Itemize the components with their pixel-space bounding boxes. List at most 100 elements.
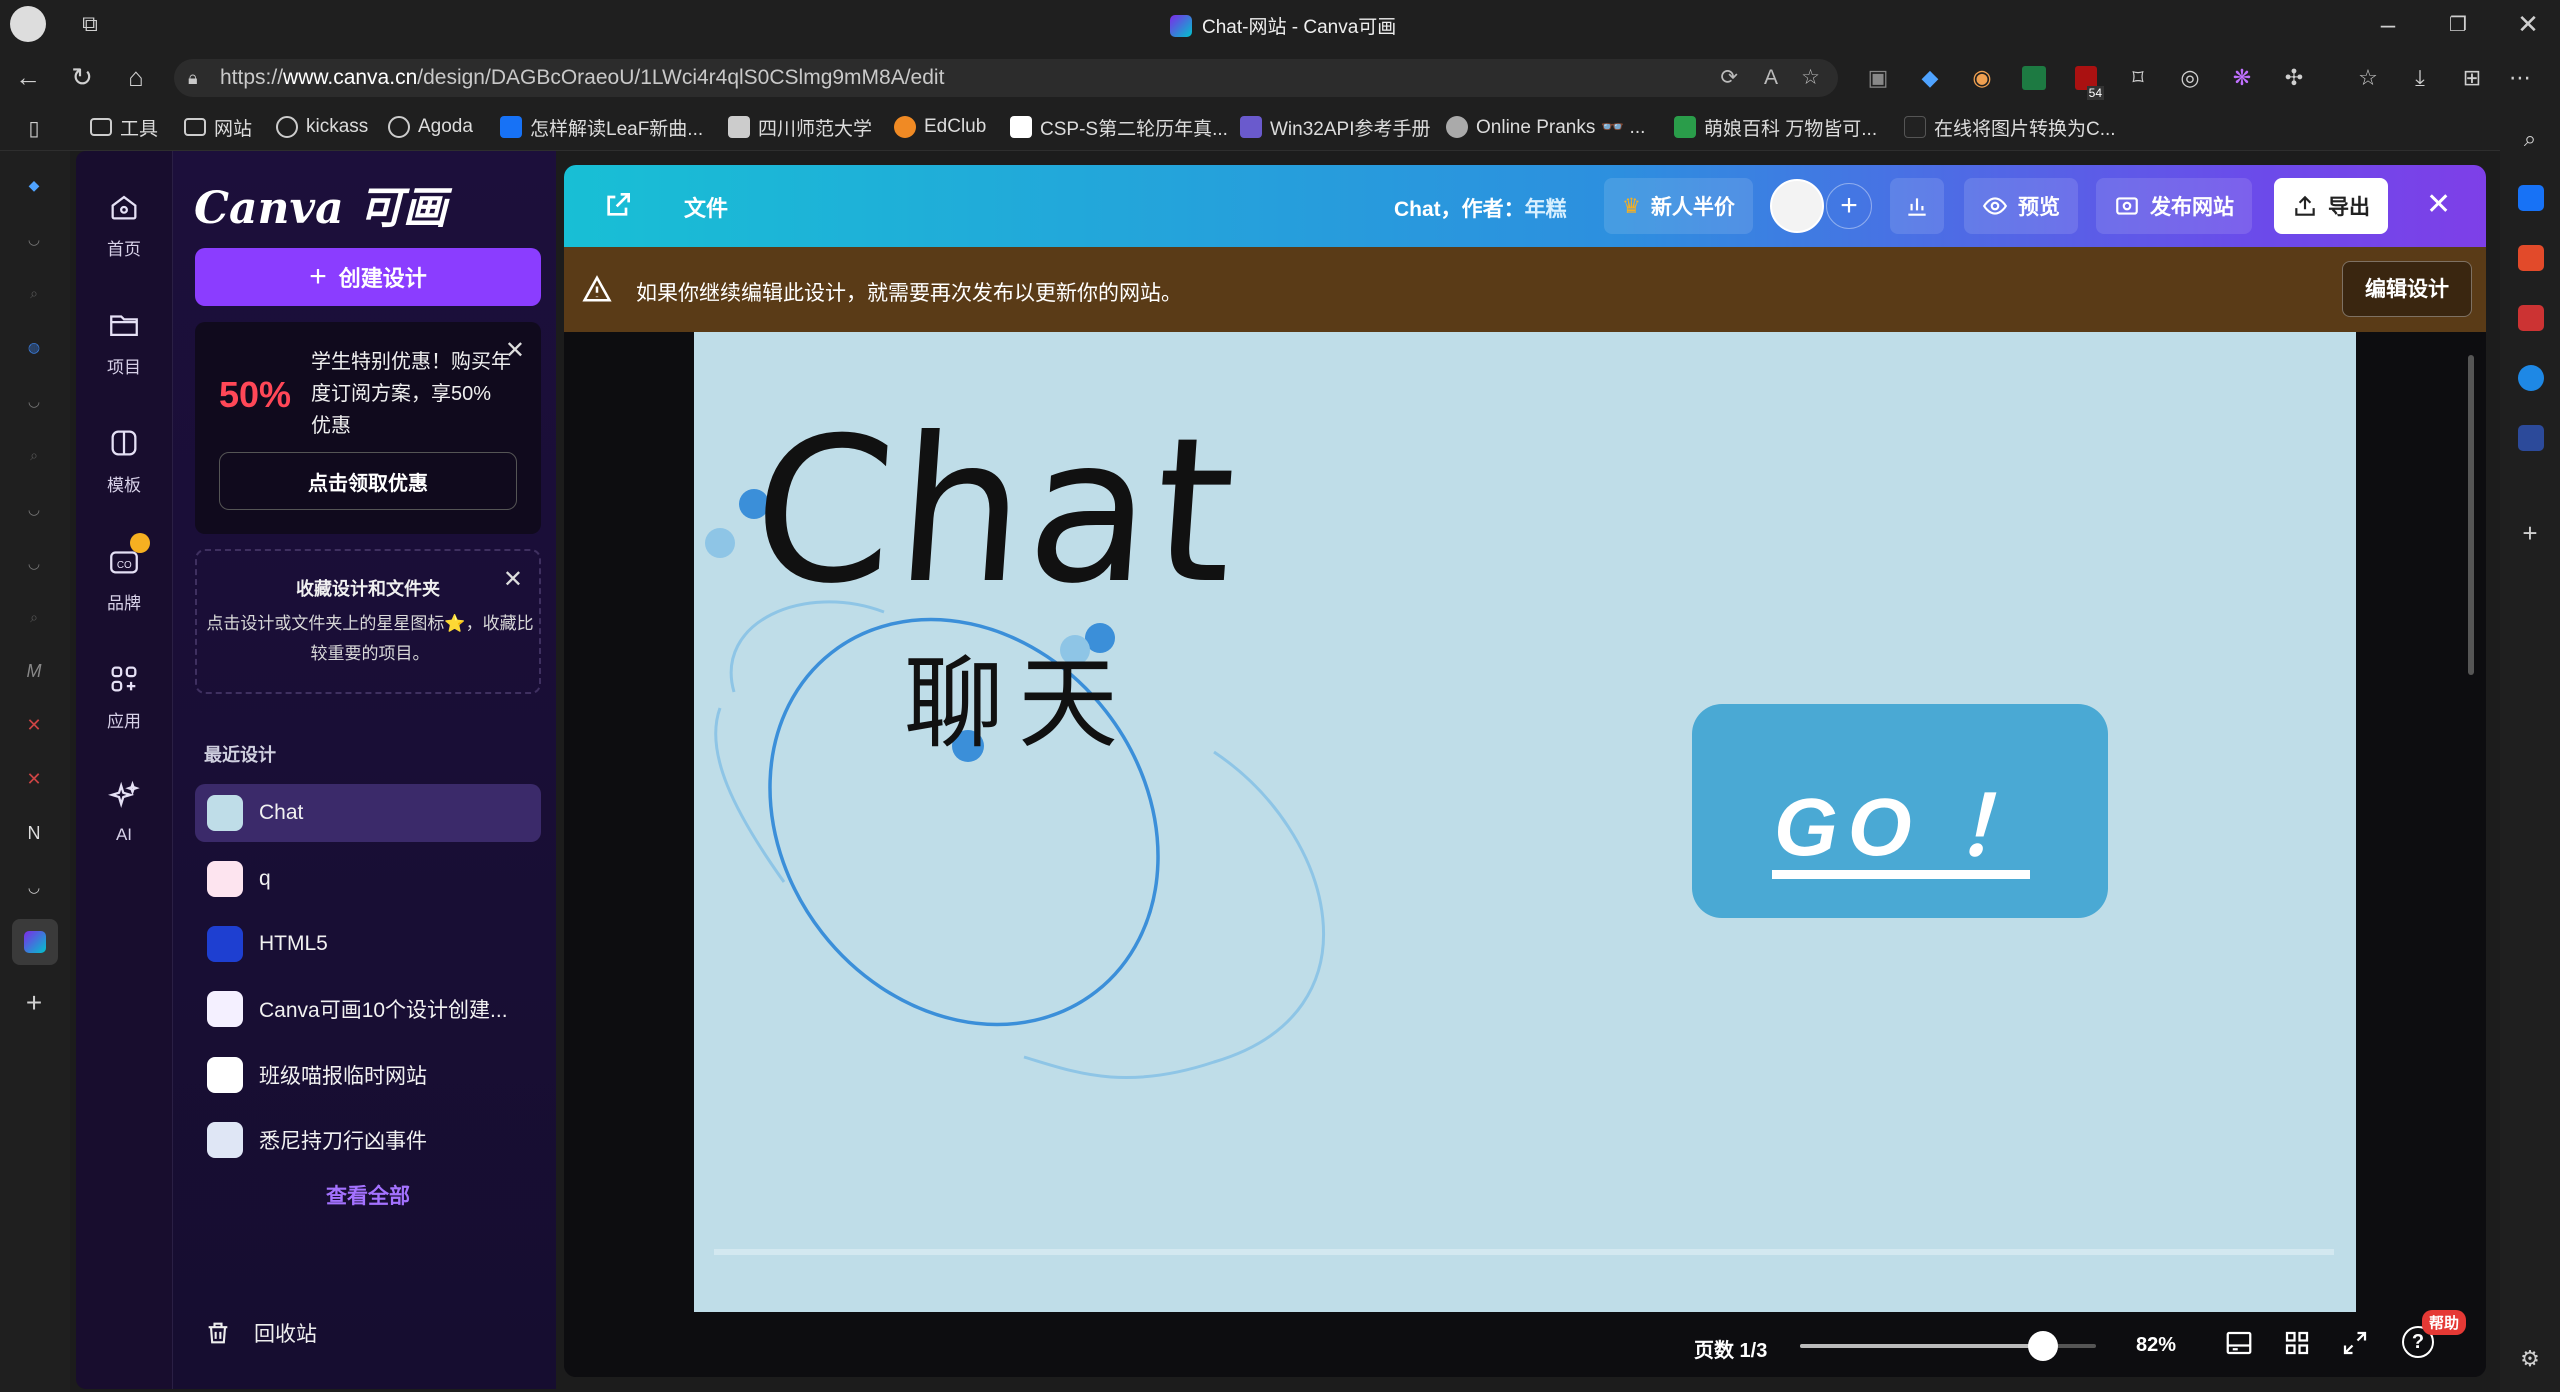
new-user-discount-button[interactable]: ♛ 新人半价 [1604,178,1753,234]
bookmark-item[interactable]: 怎样解读LeaF新曲... [500,111,703,143]
collaborator-avatar[interactable] [1770,179,1824,233]
open-external-icon[interactable] [602,189,634,221]
back-icon[interactable]: ← [10,59,46,95]
view-all-link[interactable]: 查看全部 [195,1180,541,1210]
split-screen-icon[interactable]: ▣ [1860,60,1896,96]
tab-favicon-icon[interactable]: ◡ [16,491,52,527]
help-badge[interactable]: 帮助 [2422,1310,2467,1335]
tab-favicon-icon[interactable]: ⌕ [16,599,52,635]
url-bar[interactable]: 🔒︎ https://www.canva.cn/design/DAGBcOrae… [174,59,1838,97]
rail-projects[interactable]: 项目 [76,305,172,378]
bookmark-item[interactable]: CSP-S第二轮历年真... [1010,111,1228,143]
tab-favicon-icon[interactable]: ⌕ [16,275,52,311]
settings-gear-icon[interactable]: ⚙ [2512,1341,2548,1377]
sidebar-chat-icon[interactable] [2518,365,2544,391]
refresh-icon[interactable]: ↻ [64,59,100,95]
close-icon[interactable]: ✕ [505,336,525,365]
collections-icon[interactable]: ⊞ [2454,60,2490,96]
tab-favicon-icon[interactable]: ◍ [16,329,52,365]
rail-home[interactable]: 首页 [76,187,172,260]
bookmark-item[interactable]: 工具 [90,111,158,143]
bookmark-item[interactable]: EdClub [894,111,986,143]
more-menu-icon[interactable]: ⋯ [2502,60,2538,96]
go-button[interactable]: GO ！ [1692,704,2108,918]
edit-design-button[interactable]: 编辑设计 [2342,261,2472,317]
tab-favicon-icon[interactable]: ◆ [16,167,52,203]
ext-brain-icon[interactable]: ❋ [2224,60,2260,96]
ext-ublock-icon[interactable]: 54 [2068,60,2104,100]
favorite-star-icon[interactable]: ☆ [1801,59,1820,97]
tab-actions-icon[interactable]: ⧉ [72,6,108,42]
restore-icon[interactable]: ❐ [2440,6,2476,42]
translate-icon[interactable]: ⟳ [1720,59,1738,97]
sidebar-mountain-icon[interactable] [2518,425,2544,451]
active-tab-canva[interactable] [12,919,58,965]
tab-favicon-icon[interactable]: N [16,815,52,851]
ext-cat-icon[interactable]: ◉ [1964,60,2000,96]
new-tab-icon[interactable]: + [16,985,52,1021]
recent-item-html5[interactable]: HTML5 [195,915,541,973]
bookmark-item[interactable]: Online Pranks 👓 ... [1446,111,1645,143]
claim-offer-button[interactable]: 点击领取优惠 [219,452,517,510]
minimize-icon[interactable]: – [2370,6,2406,42]
doc-title[interactable]: Chat，作者：年糕 [1394,193,1567,223]
bookmark-item[interactable]: Agoda [388,111,473,143]
favorites-icon[interactable]: ☆ [2350,60,2386,96]
recent-item-canva10[interactable]: Canva可画10个设计创建... [195,980,541,1038]
bookmark-item[interactable]: 在线将图片转换为C... [1904,111,2116,143]
ext-excel-icon[interactable] [2016,60,2052,96]
recent-item-q[interactable]: q [195,850,541,908]
tab-favicon-icon[interactable]: ◡ [16,383,52,419]
file-menu[interactable]: 文件 [684,191,728,223]
create-design-button[interactable]: + 创建设计 [195,248,541,306]
rail-templates[interactable]: 模板 [76,423,172,496]
tab-favicon-icon[interactable]: M [16,653,52,689]
trash-link[interactable]: 回收站 [204,1318,317,1348]
bookmark-item[interactable]: Win32API参考手册 [1240,111,1430,143]
export-button[interactable]: 导出 [2274,178,2388,234]
grid-view-icon[interactable] [2282,1328,2312,1358]
canvas-scrollbar[interactable] [2468,355,2474,675]
bookmark-item[interactable]: 四川师范大学 [728,111,872,143]
tab-favicon-icon[interactable]: ◡ [16,545,52,581]
zhihu-sidebar-icon[interactable] [2518,185,2544,211]
bookmark-item[interactable]: 萌娘百科 万物皆可... [1674,111,1877,143]
tab-favicon-icon[interactable]: ◡ [16,221,52,257]
downloads-icon[interactable]: ⤓ [2402,60,2438,96]
rail-ai[interactable]: AI [76,777,172,845]
design-subtitle-text[interactable]: 聊天 [904,622,1132,767]
insights-button[interactable] [1890,178,1944,234]
ext-glasses-icon[interactable]: ◎ [2172,60,2208,96]
bookmark-icon[interactable]: ⌑ [2120,60,2156,96]
zoom-slider-knob[interactable] [2028,1331,2058,1361]
close-icon[interactable]: ✕ [503,565,523,594]
preview-button[interactable]: 预览 [1964,178,2078,234]
ext-gem-icon[interactable]: ◆ [1912,60,1948,96]
rail-apps[interactable]: 应用 [76,659,172,732]
design-title-text[interactable]: Chat [746,395,1246,628]
publish-website-button[interactable]: 发布网站 [2096,178,2252,234]
tab-favicon-icon[interactable]: ✕ [16,761,52,797]
zoom-level[interactable]: 82% [2136,1334,2176,1357]
add-collaborator-icon[interactable]: + [1826,183,1872,229]
home-icon[interactable]: ⌂ [118,59,154,95]
recent-item-class-site[interactable]: 班级喵报临时网站 [195,1046,541,1104]
notes-icon[interactable] [2224,1328,2254,1358]
canva-logo[interactable]: Canva 可画 [194,172,447,236]
sidebar-app-icon[interactable] [2518,305,2544,331]
recent-item-chat[interactable]: Chat [195,784,541,842]
profile-avatar[interactable] [10,6,46,42]
bookmark-item[interactable]: kickass [276,111,368,143]
sidebar-toggle-icon[interactable]: ▯ [16,110,52,146]
tab-favicon-icon[interactable]: ⌕ [16,437,52,473]
recent-item-sydney[interactable]: 悉尼持刀行凶事件 [195,1111,541,1169]
page-indicator[interactable]: 页数 1/3 [1694,1334,1767,1363]
fullscreen-icon[interactable] [2340,1328,2370,1358]
zoom-slider[interactable] [1800,1331,2096,1361]
tab-favicon-icon[interactable]: ◡ [16,869,52,905]
close-window-icon[interactable]: ✕ [2510,6,2546,42]
bookmark-item[interactable]: 网站 [184,111,252,143]
close-editor-icon[interactable]: ✕ [2426,187,2451,222]
rail-brand[interactable]: CO 品牌 [76,533,172,614]
design-canvas[interactable]: Chat 聊天 GO ！ [694,332,2356,1312]
